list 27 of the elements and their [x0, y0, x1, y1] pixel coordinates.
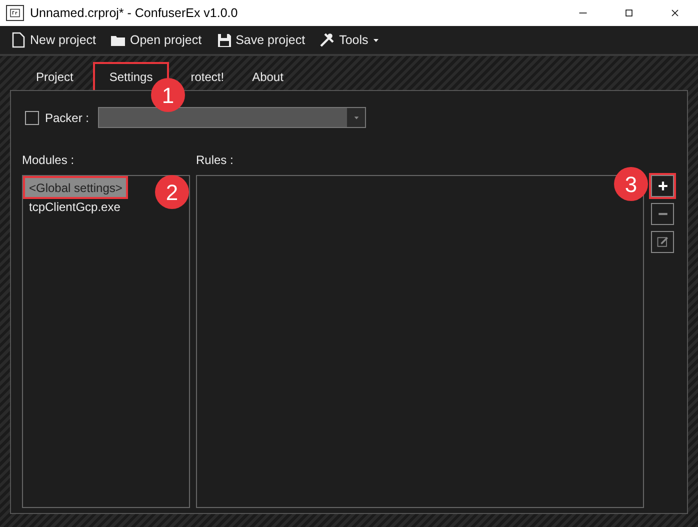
- toolbar-button[interactable]: Tools: [315, 30, 384, 50]
- toolbar-button[interactable]: Save project: [212, 30, 310, 50]
- tools-icon: [319, 32, 336, 48]
- tab[interactable]: Settings: [95, 64, 167, 90]
- close-icon: [669, 7, 681, 19]
- pencil-icon: [656, 235, 670, 249]
- caret-icon: [352, 114, 360, 121]
- module-item[interactable]: <Global settings>: [25, 178, 126, 197]
- plus-icon: [656, 179, 670, 193]
- packer-dropdown[interactable]: [98, 107, 366, 128]
- packer-checkbox[interactable]: [25, 110, 39, 124]
- app-icon: [6, 5, 24, 21]
- add-button[interactable]: [651, 175, 674, 197]
- edit-button[interactable]: [651, 231, 674, 253]
- packer-label: Packer :: [45, 110, 90, 126]
- rules-label: Rules :: [196, 152, 234, 169]
- modules-label: Modules :: [22, 152, 76, 169]
- maximize-icon: [623, 7, 635, 19]
- module-item[interactable]: tcpClientGcp.exe: [25, 197, 124, 216]
- tab[interactable]: Project: [22, 64, 88, 90]
- tab[interactable]: rotect!: [184, 64, 238, 90]
- window-title: Unnamed.crproj* - ConfuserEx v1.0.0: [30, 4, 239, 22]
- file-icon: [10, 32, 26, 48]
- toolbar-button[interactable]: New project: [6, 30, 100, 50]
- tab[interactable]: About: [238, 64, 298, 90]
- remove-button[interactable]: [651, 203, 674, 225]
- toolbar-button[interactable]: Open project: [106, 30, 206, 50]
